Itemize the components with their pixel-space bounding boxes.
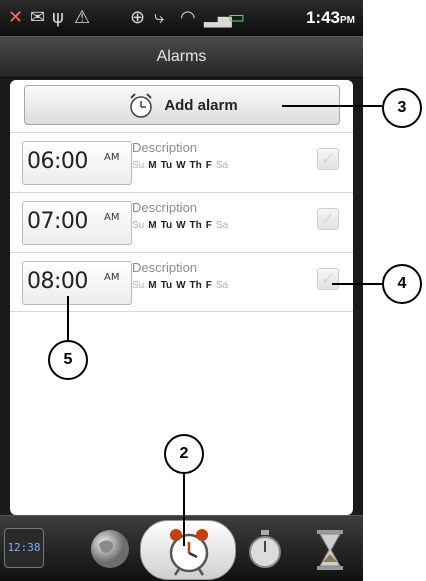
day-f: F	[205, 280, 212, 291]
mail-icon: ✉	[30, 7, 46, 28]
alarm-time-button[interactable]: 06:00 AM	[22, 141, 132, 185]
alarm-row[interactable]: 08:00 AM Description Su M Tu W Th F Sa ✓	[10, 252, 353, 312]
missed-call-icon: ✕	[8, 7, 24, 28]
alarm-days: Su M Tu W Th F Sa	[132, 160, 232, 171]
day-tu: Tu	[160, 220, 173, 231]
day-w: W	[176, 160, 186, 171]
alarm-ampm: AM	[104, 152, 120, 163]
no-signal-icon: ⤷	[154, 7, 165, 28]
status-bar: ✕ ✉ ψ ⚠ ⊕ ⤷ ◠ ▂▄ ▭ 1:43PM	[0, 0, 363, 36]
day-m: M	[148, 280, 157, 291]
alarm-enable-checkbox[interactable]: ✓	[317, 268, 339, 290]
alarm-time-button[interactable]: 08:00 AM	[22, 261, 132, 305]
day-sa: Sa	[215, 160, 229, 171]
day-sa: Sa	[215, 220, 229, 231]
alarm-clock-icon	[130, 93, 153, 118]
alarm-row[interactable]: 07:00 AM Description Su M Tu W Th F Sa ✓	[10, 192, 353, 252]
callout-4-line	[332, 283, 382, 285]
tab-world-clock[interactable]	[85, 524, 135, 574]
stopwatch-icon	[249, 530, 281, 568]
callout-5-line	[67, 296, 69, 340]
day-th: Th	[189, 160, 202, 171]
hourglass-icon	[317, 530, 343, 570]
digital-clock-label: 12:38	[7, 541, 41, 554]
alarm-tab-icon	[169, 529, 209, 576]
wifi-icon: ◠	[180, 7, 196, 28]
tab-stopwatch[interactable]	[240, 524, 290, 574]
day-m: M	[148, 160, 157, 171]
status-time-ampm: PM	[340, 15, 355, 26]
vibrate-icon: ⊕	[130, 7, 146, 28]
day-f: F	[205, 160, 212, 171]
warning-icon: ⚠	[74, 7, 91, 28]
alarm-row[interactable]: 06:00 AM Description Su M Tu W Th F Sa ✓	[10, 132, 353, 192]
day-w: W	[176, 220, 186, 231]
day-tu: Tu	[160, 280, 173, 291]
alarm-time-button[interactable]: 07:00 AM	[22, 201, 132, 245]
day-f: F	[205, 220, 212, 231]
callout-4: 4	[382, 264, 422, 304]
day-tu: Tu	[160, 160, 173, 171]
status-time: 1:43PM	[306, 8, 355, 28]
tab-desk-clock[interactable]: 12:38	[4, 528, 44, 568]
alarm-days: Su M Tu W Th F Sa	[132, 280, 232, 291]
add-alarm-label: Add alarm	[164, 96, 238, 114]
day-su: Su	[132, 160, 145, 171]
day-sa: Sa	[215, 280, 229, 291]
alarm-description: Description	[132, 140, 198, 155]
alarm-time: 06:00	[27, 149, 88, 174]
day-m: M	[148, 220, 157, 231]
day-su: Su	[132, 220, 145, 231]
callout-2: 2	[164, 434, 204, 474]
alarm-enable-checkbox[interactable]: ✓	[317, 148, 339, 170]
alarm-time: 08:00	[27, 269, 88, 294]
alarm-days: Su M Tu W Th F Sa	[132, 220, 232, 231]
figure: ✕ ✉ ψ ⚠ ⊕ ⤷ ◠ ▂▄ ▭ 1:43PM Alarms Add ala…	[0, 0, 426, 581]
alarm-time: 07:00	[27, 209, 88, 234]
bottom-tab-bar: 12:38	[0, 515, 363, 581]
alarm-ampm: AM	[104, 212, 120, 223]
title-bar: Alarms	[0, 36, 363, 78]
alarm-description: Description	[132, 200, 198, 215]
tab-alarms[interactable]	[140, 520, 236, 580]
checkmark-icon: ✓	[321, 269, 335, 288]
page-title: Alarms	[156, 48, 207, 65]
day-w: W	[176, 280, 186, 291]
day-th: Th	[189, 220, 202, 231]
day-su: Su	[132, 280, 145, 291]
day-th: Th	[189, 280, 202, 291]
alarm-enable-checkbox[interactable]: ✓	[317, 208, 339, 230]
callout-3: 3	[382, 88, 422, 128]
status-time-value: 1:43	[305, 8, 340, 27]
battery-icon: ▭	[228, 7, 246, 28]
globe-icon	[91, 530, 129, 568]
checkmark-icon: ✓	[321, 149, 335, 168]
alarm-description: Description	[132, 260, 198, 275]
usb-icon: ψ	[52, 7, 64, 28]
callout-3-line	[282, 105, 382, 107]
checkmark-icon: ✓	[321, 209, 335, 228]
tab-timer[interactable]	[305, 524, 355, 574]
alarm-ampm: AM	[104, 272, 120, 283]
phone-screen: ✕ ✉ ψ ⚠ ⊕ ⤷ ◠ ▂▄ ▭ 1:43PM Alarms Add ala…	[0, 0, 363, 581]
callout-5: 5	[48, 340, 88, 380]
callout-2-line	[183, 474, 185, 546]
